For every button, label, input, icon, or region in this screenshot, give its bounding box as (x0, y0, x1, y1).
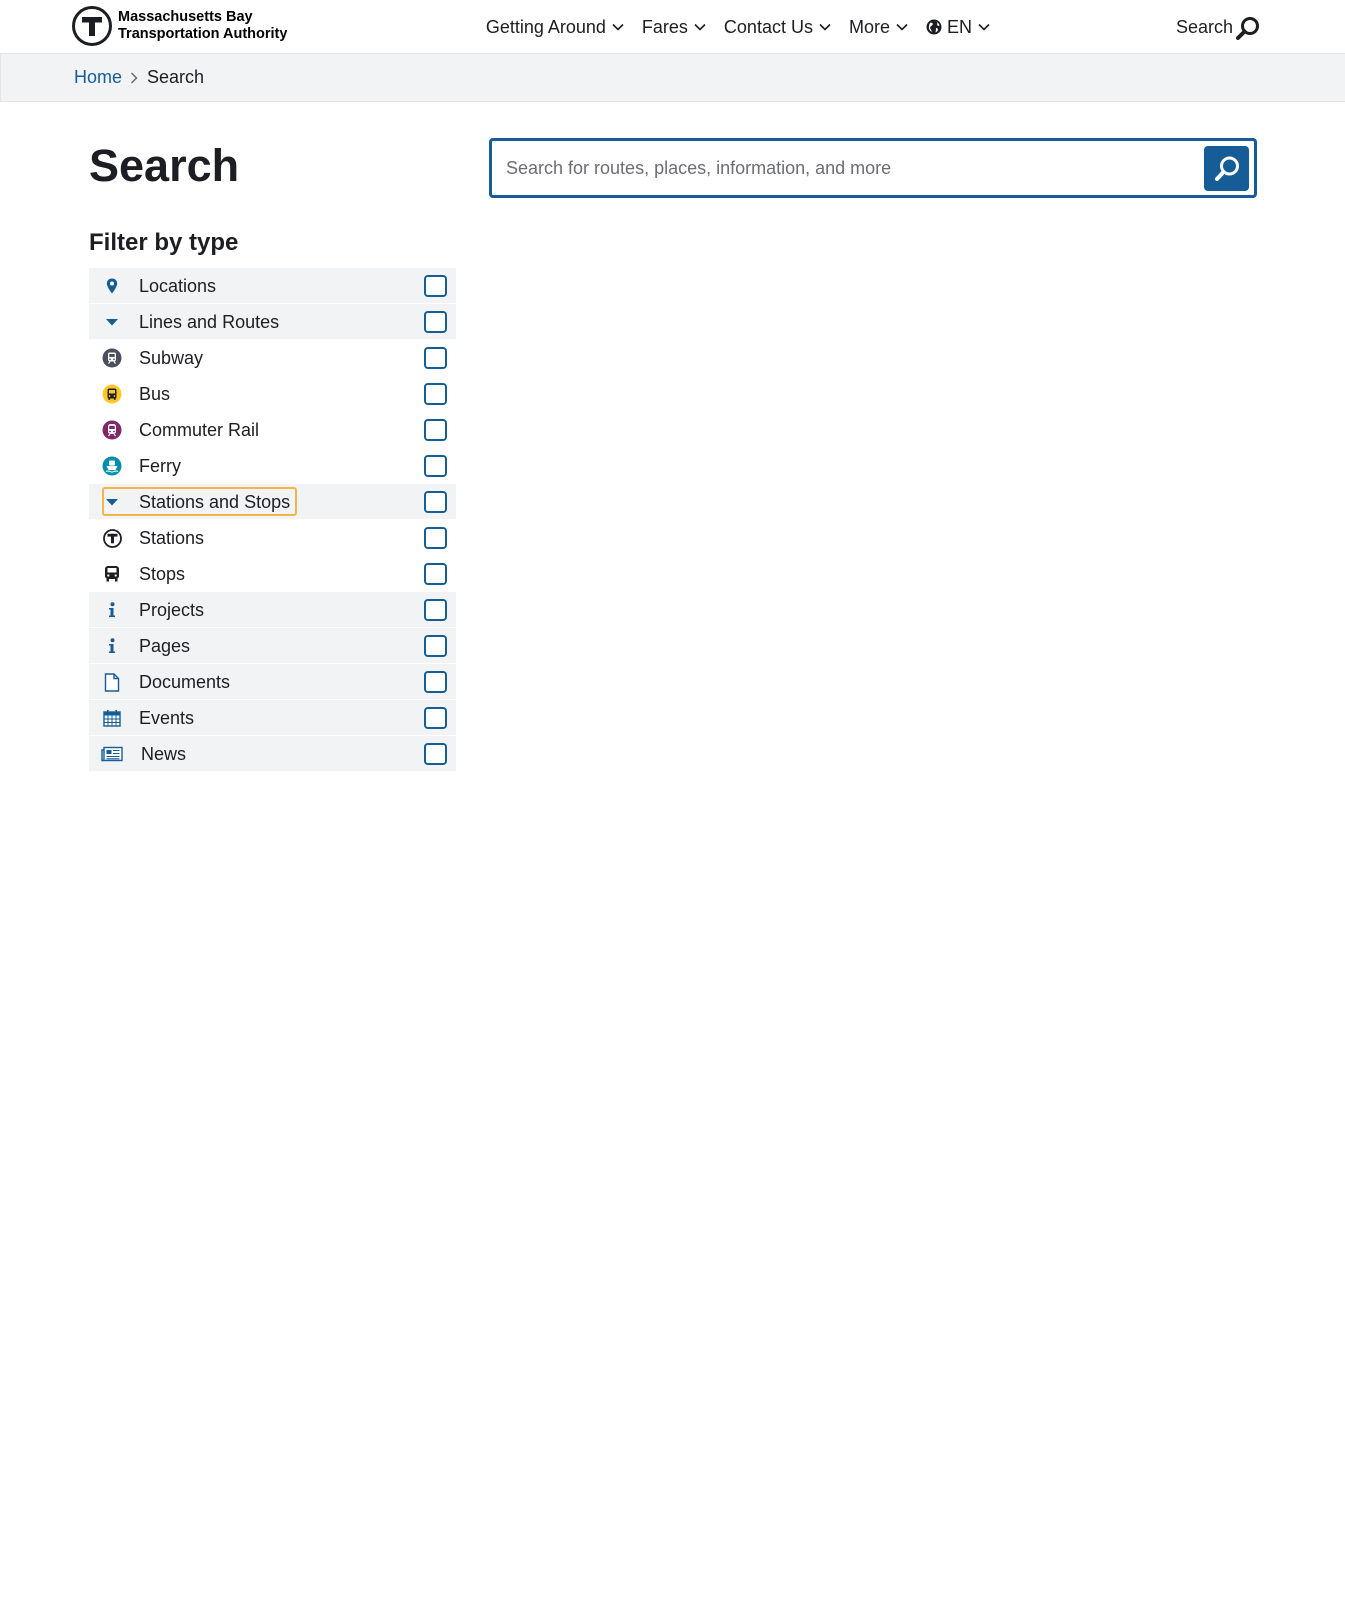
filter-row-ferry[interactable]: Ferry (89, 448, 456, 484)
filter-row-documents[interactable]: Documents (89, 664, 456, 700)
caret-down-icon[interactable] (101, 484, 123, 520)
search-icon (1214, 156, 1239, 181)
filter-label: Documents (139, 672, 231, 692)
filter-label: Commuter Rail (139, 420, 260, 440)
filter-row-events[interactable]: Events (89, 700, 456, 736)
info-icon (101, 628, 123, 664)
filter-label: Bus (139, 384, 171, 404)
nav-label: Fares (641, 16, 688, 37)
search-box (489, 138, 1257, 198)
chevron-down-icon (896, 23, 908, 31)
chevron-right-icon (130, 71, 138, 84)
filter-row-subway[interactable]: Subway (89, 340, 456, 376)
filter-checkbox[interactable] (424, 707, 447, 729)
globe-icon (926, 19, 942, 35)
filter-checkbox[interactable] (424, 599, 447, 621)
filter-row-news[interactable]: News (89, 736, 456, 772)
search-submit-button[interactable] (1204, 146, 1249, 191)
filter-checkbox[interactable] (424, 347, 447, 369)
filter-label: Subway (139, 348, 204, 368)
filter-row-stations-and-stops[interactable]: Stations and Stops (89, 484, 456, 520)
filter-list: Locations Lines and Routes Subway Bus Co… (89, 268, 456, 772)
filter-checkbox[interactable] (424, 383, 447, 405)
filter-checkbox[interactable] (424, 275, 447, 297)
filter-label: Pages (139, 636, 191, 656)
filter-checkbox[interactable] (424, 311, 447, 333)
chevron-down-icon (612, 23, 624, 31)
filter-row-projects[interactable]: Projects (89, 592, 456, 628)
bus-icon (101, 376, 123, 412)
filter-label: News (141, 744, 187, 764)
filter-label: Locations (139, 276, 217, 296)
filter-label: Projects (139, 600, 205, 620)
filter-checkbox[interactable] (424, 563, 447, 585)
search-input[interactable] (504, 141, 1194, 195)
filter-checkbox[interactable] (424, 455, 447, 477)
filter-row-locations[interactable]: Locations (89, 268, 456, 304)
filter-checkbox[interactable] (424, 671, 447, 693)
filter-row-stations[interactable]: Stations (89, 520, 456, 556)
header-search-label: Search (1176, 16, 1234, 37)
main-nav: Getting Around Fares Contact Us More EN (468, 0, 990, 54)
bus-stop-icon (101, 556, 123, 592)
chevron-down-icon (978, 23, 990, 31)
filter-label: Events (139, 708, 195, 728)
filter-checkbox[interactable] (424, 419, 447, 441)
filter-row-pages[interactable]: Pages (89, 628, 456, 664)
page-title: Search (89, 140, 240, 191)
chevron-down-icon (819, 23, 831, 31)
subway-icon (101, 340, 123, 376)
filter-row-stops[interactable]: Stops (89, 556, 456, 592)
filter-row-lines-and-routes[interactable]: Lines and Routes (89, 304, 456, 340)
filter-checkbox[interactable] (424, 527, 447, 549)
filter-checkbox[interactable] (424, 491, 447, 513)
filter-label: Lines and Routes (139, 312, 280, 332)
filter-checkbox[interactable] (424, 635, 447, 657)
filter-row-commuter-rail[interactable]: Commuter Rail (89, 412, 456, 448)
logo-line-2: Transportation Authority (118, 26, 288, 42)
document-icon (101, 664, 123, 700)
nav-label: EN (946, 16, 972, 37)
filter-label: Stations (139, 528, 205, 548)
nav-getting-around[interactable]: Getting Around (486, 17, 624, 38)
filter-checkbox[interactable] (424, 743, 447, 765)
nav-label: Getting Around (485, 16, 606, 37)
breadcrumb-current: Search (147, 67, 205, 87)
filter-row-bus[interactable]: Bus (89, 376, 456, 412)
t-logo-icon (101, 520, 123, 556)
nav-language[interactable]: EN (926, 17, 990, 38)
logo-text: Massachusetts Bay Transportation Authori… (118, 9, 287, 43)
ferry-icon (101, 448, 123, 484)
filter-label: Stations and Stops (139, 492, 291, 512)
breadcrumb: Home Search (0, 54, 1345, 102)
newspaper-icon (101, 736, 123, 772)
map-pin-icon (101, 268, 123, 304)
nav-contact-us[interactable]: Contact Us (724, 17, 831, 38)
chevron-down-icon (694, 23, 706, 31)
nav-label: More (848, 16, 890, 37)
nav-fares[interactable]: Fares (642, 17, 706, 38)
breadcrumb-home-link[interactable]: Home (74, 67, 122, 88)
logo-line-1: Massachusetts Bay (118, 9, 253, 25)
caret-down-icon[interactable] (101, 304, 123, 340)
commuter-rail-icon (101, 412, 123, 448)
info-icon (101, 592, 123, 628)
calendar-icon (101, 700, 123, 736)
nav-more[interactable]: More (849, 17, 908, 38)
header-search-button[interactable]: Search (1176, 0, 1261, 54)
site-header: Massachusetts Bay Transportation Authori… (0, 0, 1345, 54)
search-icon (1236, 17, 1260, 40)
nav-label: Contact Us (723, 16, 813, 37)
filter-label: Ferry (139, 456, 181, 476)
filter-label: Stops (139, 564, 186, 584)
filter-title: Filter by type (89, 229, 239, 256)
mbta-t-logo-icon (72, 6, 112, 46)
mbta-logo-link[interactable]: Massachusetts Bay Transportation Authori… (72, 6, 287, 46)
